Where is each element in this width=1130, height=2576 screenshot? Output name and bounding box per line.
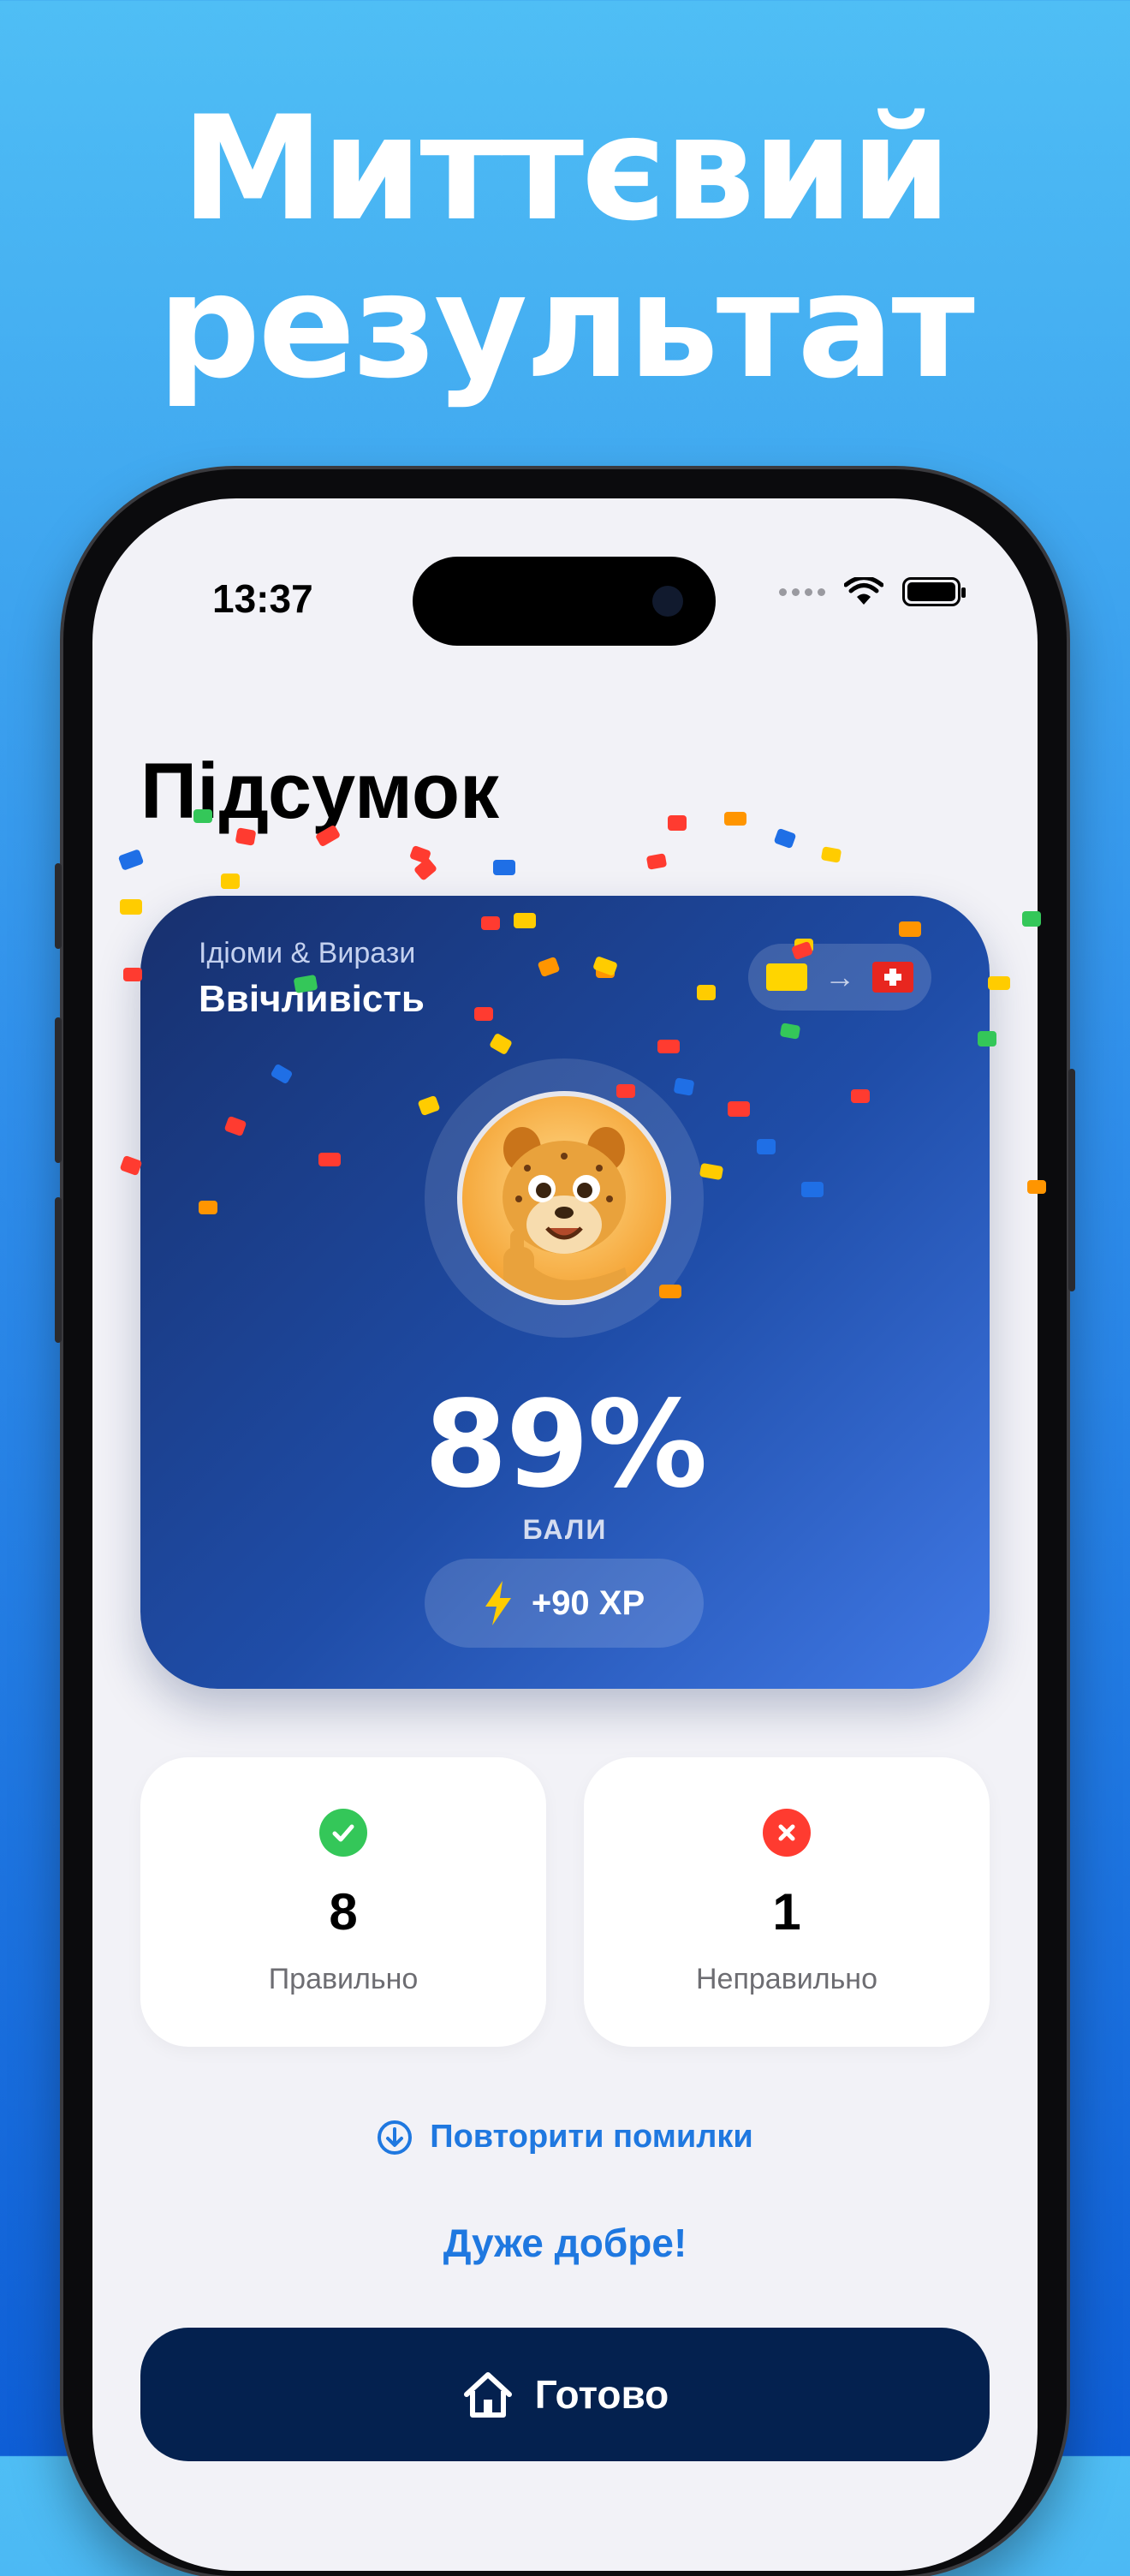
confetti-piece xyxy=(851,1089,870,1103)
xp-badge: +90 XP xyxy=(425,1559,704,1648)
phone-frame: 13:37 Підсумок Ідіоми & Вирази Ввічливіс… xyxy=(55,469,1075,2576)
flag-ukraine-icon xyxy=(766,963,807,991)
confetti-piece xyxy=(988,976,1010,990)
xp-value: +90 XP xyxy=(531,1583,645,1622)
confetti-piece xyxy=(616,1084,635,1098)
confetti-piece xyxy=(899,921,921,937)
cheetah-mascot-avatar xyxy=(457,1091,671,1305)
headline-line-2: результат xyxy=(158,242,975,410)
confetti-piece xyxy=(757,1139,776,1154)
summary-card: Ідіоми & Вирази Ввічливість → 89% БАЛИ +… xyxy=(140,896,990,1689)
correct-stat-card: 8 Правильно xyxy=(140,1757,546,2047)
language-pair-badge: → xyxy=(748,944,931,1011)
confetti-piece xyxy=(1027,1180,1046,1194)
confetti-piece xyxy=(193,809,212,823)
confetti-piece xyxy=(481,916,500,930)
confetti-piece xyxy=(657,1040,680,1053)
score-label: БАЛИ xyxy=(522,1514,608,1545)
confetti-piece xyxy=(728,1101,750,1117)
home-icon xyxy=(463,2372,512,2418)
confetti-piece xyxy=(235,827,257,846)
confetti-piece xyxy=(673,1077,695,1096)
confetti-piece xyxy=(123,968,142,981)
category-label: Ідіоми & Вирази xyxy=(199,937,416,969)
score-value: 89% xyxy=(424,1375,707,1515)
headline: Миттєвий результат xyxy=(0,90,1130,405)
retry-mistakes-button[interactable]: Повторити помилки xyxy=(92,2119,1038,2156)
cheetah-icon xyxy=(503,1127,633,1300)
arrow-down-circle-icon xyxy=(378,2120,413,2155)
confetti-piece xyxy=(659,1285,681,1298)
x-circle-icon xyxy=(763,1809,811,1857)
confetti-piece xyxy=(318,1153,341,1166)
confetti-piece xyxy=(474,1007,493,1021)
confetti-piece xyxy=(697,985,716,1000)
confetti-piece xyxy=(1022,911,1041,927)
incorrect-stat-card: 1 Неправильно xyxy=(584,1757,990,2047)
dynamic-island xyxy=(413,557,716,646)
incorrect-label: Неправильно xyxy=(696,1963,877,1995)
confetti-piece xyxy=(724,812,746,826)
confetti-piece xyxy=(801,1182,824,1197)
flag-switzerland-icon xyxy=(872,962,913,993)
correct-count: 8 xyxy=(329,1883,358,1941)
power-button xyxy=(1068,1069,1075,1291)
wifi-icon xyxy=(844,577,883,605)
volume-up-button xyxy=(55,1017,62,1163)
status-time: 13:37 xyxy=(212,576,313,621)
app-screen: 13:37 Підсумок Ідіоми & Вирази Ввічливіс… xyxy=(92,498,1038,2571)
confetti-piece xyxy=(120,899,142,915)
retry-mistakes-label: Повторити помилки xyxy=(430,2119,753,2155)
page-title: Підсумок xyxy=(140,748,500,835)
confetti-piece xyxy=(199,1201,217,1214)
confetti-piece xyxy=(514,913,536,928)
lightning-icon xyxy=(485,1581,511,1625)
headline-line-1: Миттєвий xyxy=(181,85,952,253)
checkmark-circle-icon xyxy=(319,1809,367,1857)
incorrect-count: 1 xyxy=(772,1883,801,1941)
battery-icon xyxy=(902,577,966,606)
volume-down-button xyxy=(55,1197,62,1343)
cellular-signal-icon xyxy=(779,587,825,596)
confetti-piece xyxy=(978,1031,996,1046)
action-button xyxy=(55,863,62,949)
status-icons xyxy=(779,577,966,606)
done-button[interactable]: Готово xyxy=(140,2328,990,2461)
confetti-piece xyxy=(221,874,240,889)
arrow-right-icon: → xyxy=(824,959,855,994)
confetti-piece xyxy=(668,815,687,831)
done-label: Готово xyxy=(534,2372,669,2417)
confetti-piece xyxy=(493,860,515,875)
praise-message: Дуже добре! xyxy=(443,2221,687,2265)
correct-label: Правильно xyxy=(268,1963,419,1995)
